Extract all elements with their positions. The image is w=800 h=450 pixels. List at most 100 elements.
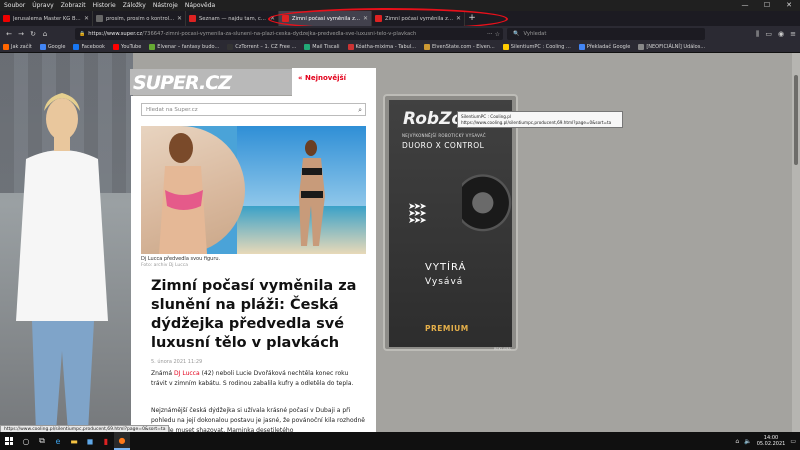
bookmark-label: Kóatha-mixima - Tabul...: [355, 44, 416, 50]
bookmark-favicon-icon: [578, 44, 585, 50]
lead-text-start: Známá: [151, 370, 175, 377]
menu-icon[interactable]: ≡: [790, 28, 796, 40]
page-scrollbar[interactable]: [792, 53, 800, 432]
window-controls: — ☐ ✕: [734, 0, 800, 11]
tab-0[interactable]: Jerusalema Master KG Burn ✕: [0, 11, 93, 26]
maximize-icon[interactable]: ☐: [756, 0, 778, 11]
back-icon[interactable]: ←: [3, 30, 15, 38]
search-bar[interactable]: 🔍 Vyhledat: [507, 28, 705, 40]
lock-icon[interactable]: 🔒: [79, 31, 85, 37]
bookmark-4[interactable]: Elvenar – fantasy budo...: [149, 44, 219, 50]
menu-item-0[interactable]: Soubor: [4, 2, 25, 9]
tab-3[interactable]: Zimní počasí vyměnila za sluníč✕: [279, 11, 372, 26]
site-search-input[interactable]: Hledat na Super.cz ⌕: [141, 103, 366, 116]
scrollbar-thumb[interactable]: [794, 75, 798, 165]
bookmark-11[interactable]: [NEOFICIÁLNÍ] Událos...: [638, 44, 705, 50]
forward-icon[interactable]: →: [15, 30, 27, 38]
bookmark-6[interactable]: Mail Tiscali: [304, 44, 340, 50]
bookmark-5[interactable]: CzTorrent – 1. CZ Free ...: [227, 44, 296, 50]
menu-item-6[interactable]: Nápověda: [185, 2, 215, 9]
bookmark-10[interactable]: Překladač Google: [578, 44, 630, 50]
tab-close-icon[interactable]: ✕: [456, 15, 461, 22]
bookmark-0[interactable]: Jak začít: [3, 44, 32, 50]
home-icon[interactable]: ⌂: [39, 30, 51, 38]
tab-close-icon[interactable]: ✕: [84, 15, 89, 22]
menu-item-5[interactable]: Nástroje: [153, 2, 178, 9]
bookmark-label: [NEOFICIÁLNÍ] Událos...: [646, 44, 706, 50]
ad-badge: PREMIUM: [425, 324, 469, 333]
tab-1[interactable]: prosím, prosím o kontrolu lopu -✕: [93, 11, 186, 26]
tab-favicon-icon: [3, 15, 10, 22]
tab-favicon-icon: [189, 15, 196, 22]
web-page: SUPER.CZ « Nejnovější Hledat na Super.cz…: [0, 53, 800, 432]
reload-icon[interactable]: ↻: [27, 30, 39, 38]
bookmark-label: Google: [47, 44, 66, 50]
bookmarks-bar: Jak začít Google Facebook YouTube Elvenar – …: [0, 42, 800, 53]
network-icon[interactable]: ⌂: [735, 438, 739, 445]
article-headline: Zimní počasí vyměnila za slunění na pláž…: [151, 278, 357, 351]
tab-close-icon[interactable]: ✕: [270, 15, 275, 22]
bookmark-8[interactable]: ElvenState.com - Elven...: [424, 44, 495, 50]
search-icon[interactable]: ○: [18, 432, 34, 450]
bookmark-1[interactable]: Google: [39, 44, 66, 50]
hero-figure-left: [159, 133, 207, 254]
bookmark-tooltip: SilentiumPC : Cooling.pl https://www.coo…: [457, 111, 623, 128]
tab-bar: Jerusalema Master KG Burn ✕ prosím, prosím…: [0, 11, 800, 26]
site-logo[interactable]: SUPER.CZ: [133, 72, 232, 94]
store-icon[interactable]: ◼: [82, 432, 98, 450]
taskbar: ○ ⧉ e ▬ ◼ ▮ ● ⌂ 🔈 14:00 05.02.2021 ▭: [0, 432, 800, 450]
search-icon[interactable]: ⌕: [358, 106, 362, 115]
image-caption: Dj Lucca předvedla svou figuru.: [141, 256, 221, 262]
bookmark-7[interactable]: Kóatha-mixima - Tabul...: [347, 44, 416, 50]
ad-label: REKLAMA: [494, 347, 511, 351]
tab-4[interactable]: Zimní počasí vyměnila za slunění✕: [372, 11, 465, 26]
url-bar[interactable]: 🔒 https://www.super.cz /736647-zimni-poc…: [75, 28, 503, 40]
menu-item-1[interactable]: Úpravy: [32, 2, 53, 9]
bookmark-3[interactable]: YouTube: [112, 44, 141, 50]
volume-icon[interactable]: 🔈: [744, 438, 751, 445]
edge-icon[interactable]: e: [50, 432, 66, 450]
woman-photo: [16, 93, 108, 432]
minimize-icon[interactable]: —: [734, 0, 756, 11]
start-button[interactable]: [0, 432, 18, 450]
bookmark-label: Mail Tiscali: [312, 44, 340, 50]
menu-item-2[interactable]: Zobrazit: [61, 2, 86, 9]
bookmark-label: CzTorrent – 1. CZ Free ...: [235, 44, 297, 50]
library-icon[interactable]: ⫼: [756, 28, 759, 40]
bookmark-label: Jak začít: [11, 44, 32, 50]
tab-close-icon[interactable]: ✕: [363, 15, 368, 22]
tab-close-icon[interactable]: ✕: [177, 15, 182, 22]
close-icon[interactable]: ✕: [778, 0, 800, 11]
bookmark-9[interactable]: SilentiumPC : Cooling ...: [502, 44, 571, 50]
sidebar-icon[interactable]: ▭: [765, 28, 772, 40]
hero-figure-right: [299, 140, 325, 246]
newest-link[interactable]: « Nejnovější: [298, 74, 346, 82]
tab-title: prosím, prosím o kontrolu lopu -: [106, 15, 175, 22]
ad-line-1: VYTÍRÁ: [425, 262, 467, 273]
new-tab-icon[interactable]: +: [465, 11, 479, 26]
tab-2[interactable]: Seznam — najdu tam, co nezná✕: [186, 11, 279, 26]
firefox-icon[interactable]: ●: [114, 432, 130, 450]
notifications-icon[interactable]: ▭: [790, 438, 796, 445]
menu-bar: Soubor Úpravy Zobrazit Historie Záložky Nástr…: [0, 0, 800, 11]
clock[interactable]: 14:00 05.02.2021: [757, 435, 786, 447]
menu-item-4[interactable]: Záložky: [123, 2, 146, 9]
bookmark-star-icon[interactable]: ··· ☆: [487, 31, 500, 38]
media-app-icon[interactable]: ▮: [98, 432, 114, 450]
article-hero-image[interactable]: [141, 126, 366, 254]
menu-item-3[interactable]: Historie: [93, 2, 116, 9]
article-date: 5. února 2021 11:29: [151, 359, 203, 365]
ad-line-2: Vysává: [425, 277, 464, 287]
bookmark-favicon-icon: [347, 44, 354, 50]
dj-lucca-link[interactable]: DJ Lucca: [174, 370, 200, 377]
bookmark-favicon-icon: [227, 44, 234, 50]
bookmark-2[interactable]: Facebook: [73, 44, 105, 50]
site-search-placeholder: Hledat na Super.cz: [146, 106, 198, 113]
tab-favicon-icon: [282, 15, 289, 22]
search-bar-placeholder: Vyhledat: [523, 31, 547, 37]
task-view-icon[interactable]: ⧉: [34, 432, 50, 450]
account-icon[interactable]: ◉: [778, 28, 784, 40]
tab-title: Zimní počasí vyměnila za slunění: [385, 15, 454, 22]
file-explorer-icon[interactable]: ▬: [66, 432, 82, 450]
robot-vacuum-image: [462, 174, 514, 238]
